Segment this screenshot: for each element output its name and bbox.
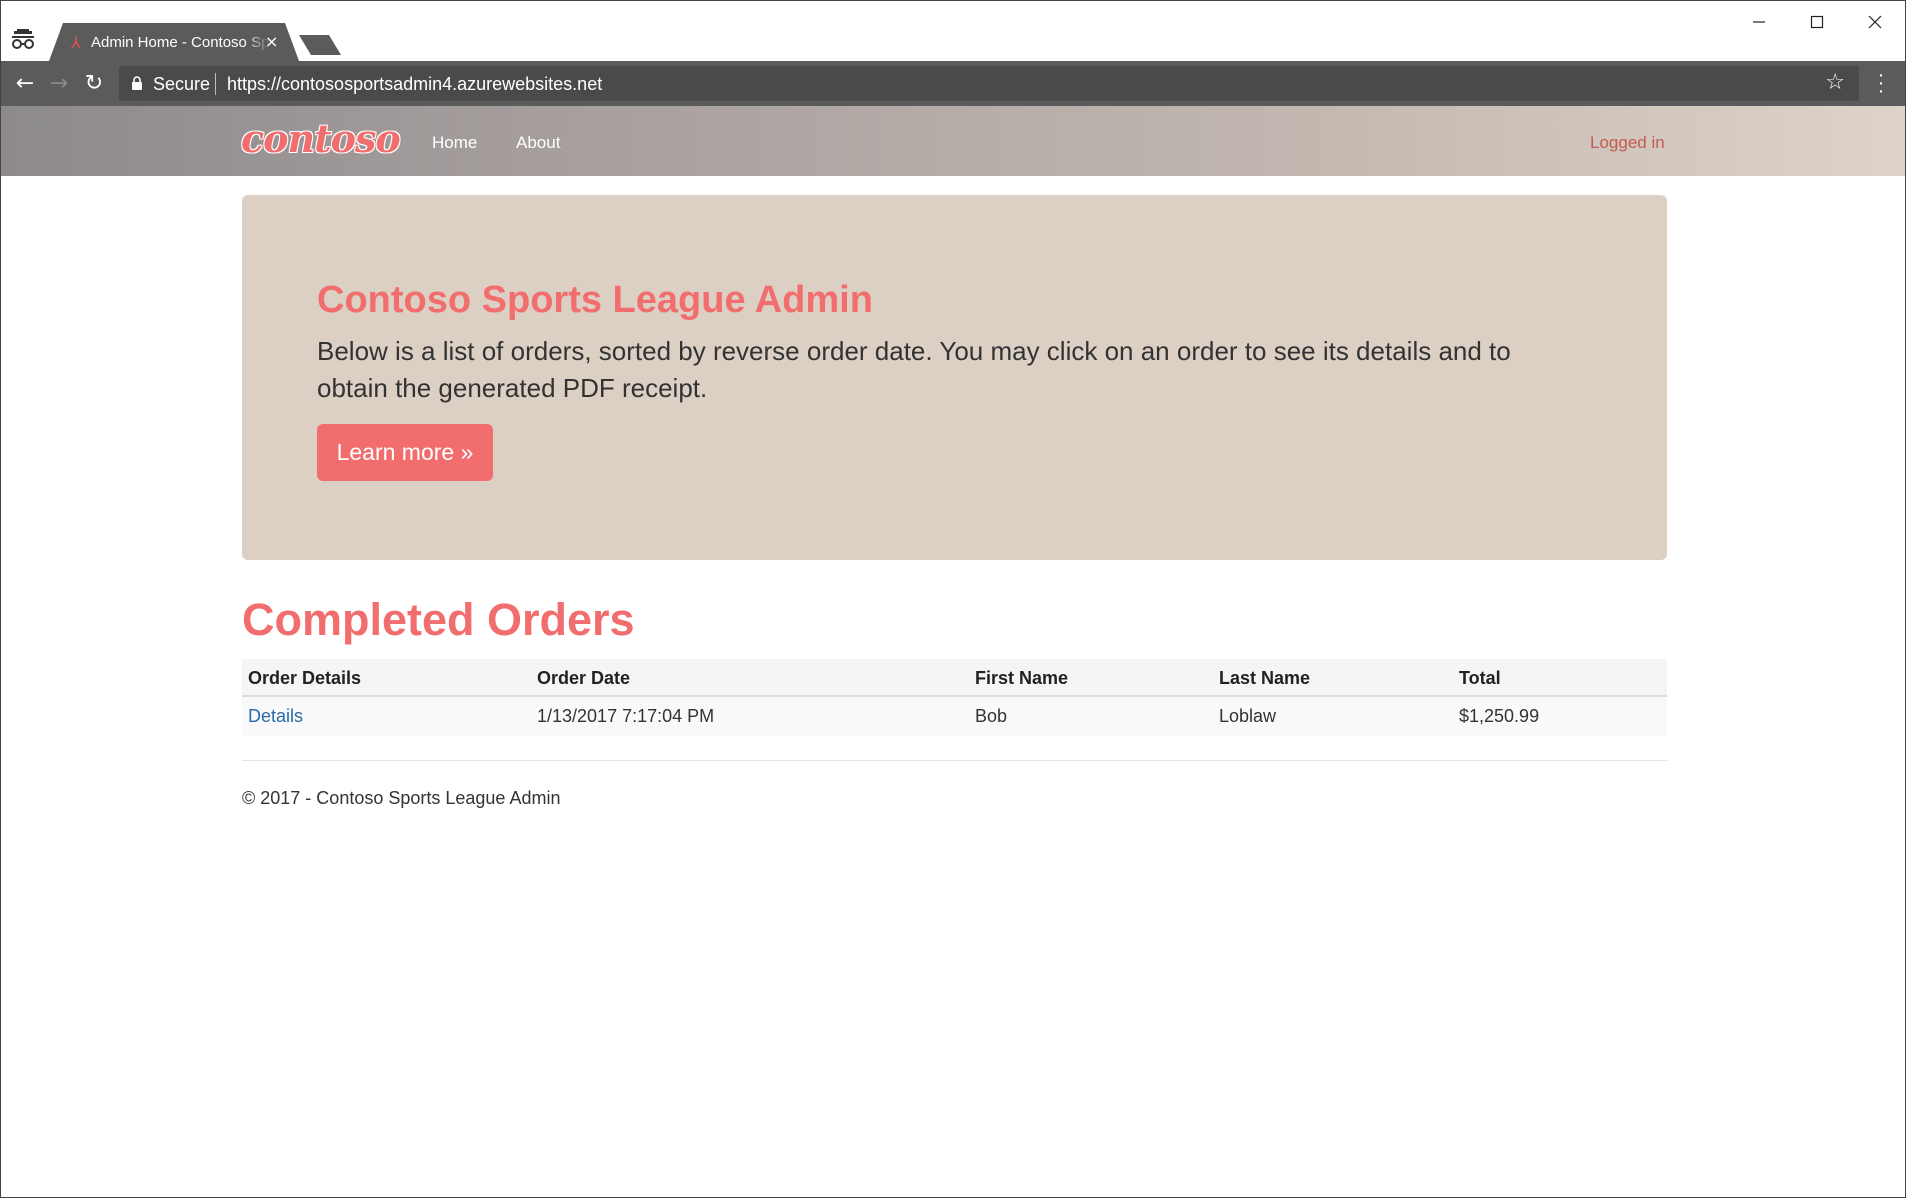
reload-icon[interactable]: ↻ <box>80 70 108 98</box>
login-status[interactable]: Logged in <box>1590 133 1665 153</box>
table-row: Details 1/13/2017 7:17:04 PM Bob Loblaw … <box>242 697 1667 736</box>
column-header-first-name: First Name <box>975 668 1069 688</box>
nav-link-home[interactable]: Home <box>432 133 477 153</box>
footer-copyright: © 2017 - Contoso Sports League Admin <box>242 788 561 808</box>
order-date-cell: 1/13/2017 7:17:04 PM <box>537 706 715 726</box>
first-name-cell: Bob <box>975 706 1008 726</box>
column-header-total: Total <box>1459 668 1501 688</box>
close-window-button[interactable] <box>1851 7 1899 37</box>
column-header-last-name: Last Name <box>1219 668 1311 688</box>
nav-link-about[interactable]: About <box>516 133 560 153</box>
last-name-cell: Loblaw <box>1219 706 1277 726</box>
column-header-order-date: Order Date <box>537 668 631 688</box>
browser-toolbar: ← → ↻ Secure https://contososportsadmin4… <box>1 61 1905 106</box>
order-details-link[interactable]: Details <box>248 706 303 727</box>
orders-table: Order Details Order Date First Name Last… <box>242 659 1667 736</box>
address-separator <box>215 73 216 95</box>
contoso-favicon-icon: ⅄ <box>71 33 81 52</box>
menu-kebab-icon[interactable]: · · · <box>1873 65 1889 101</box>
browser-window: ⅄ Admin Home - Contoso Sports League Adm… <box>0 0 1906 1198</box>
jumbotron-title: Contoso Sports League Admin <box>317 279 873 321</box>
minimize-button[interactable] <box>1735 7 1783 37</box>
url-text[interactable]: https://contososportsadmin4.azurewebsite… <box>227 74 602 95</box>
browser-tab-active[interactable]: ⅄ Admin Home - Contoso Sports League Adm… <box>49 23 299 61</box>
jumbotron-description: Below is a list of orders, sorted by rev… <box>317 336 1511 403</box>
back-arrow-icon[interactable]: ← <box>11 70 39 98</box>
forward-arrow-icon[interactable]: → <box>45 70 73 98</box>
total-cell: $1,250.99 <box>1459 706 1540 726</box>
minimize-icon <box>1753 21 1765 23</box>
incognito-icon <box>11 29 35 53</box>
contoso-logo[interactable]: contoso <box>241 116 401 161</box>
jumbotron: Contoso Sports League Admin Below is a l… <box>242 195 1667 560</box>
maximize-icon <box>1810 15 1824 29</box>
table-header-row: Order Details Order Date First Name Last… <box>242 659 1667 697</box>
tab-title: Admin Home - Contoso Sports League Admin <box>91 34 271 51</box>
secure-label: Secure <box>153 74 211 94</box>
completed-orders-heading: Completed Orders <box>242 594 635 645</box>
column-header-order-details: Order Details <box>248 668 362 688</box>
tab-close-icon[interactable]: × <box>265 32 278 51</box>
bookmark-star-icon[interactable]: ☆ <box>1825 70 1845 95</box>
new-tab-button[interactable] <box>299 35 341 55</box>
maximize-button[interactable] <box>1793 7 1841 37</box>
close-icon <box>1868 15 1882 29</box>
learn-more-button[interactable]: Learn more » <box>317 424 493 481</box>
lock-icon <box>131 76 143 95</box>
title-bar: ⅄ Admin Home - Contoso Sports League Adm… <box>1 1 1905 61</box>
site-navbar: contoso Home About Logged in <box>1 106 1905 176</box>
address-bar[interactable]: Secure https://contososportsadmin4.azure… <box>119 66 1859 101</box>
footer-divider <box>242 760 1667 761</box>
